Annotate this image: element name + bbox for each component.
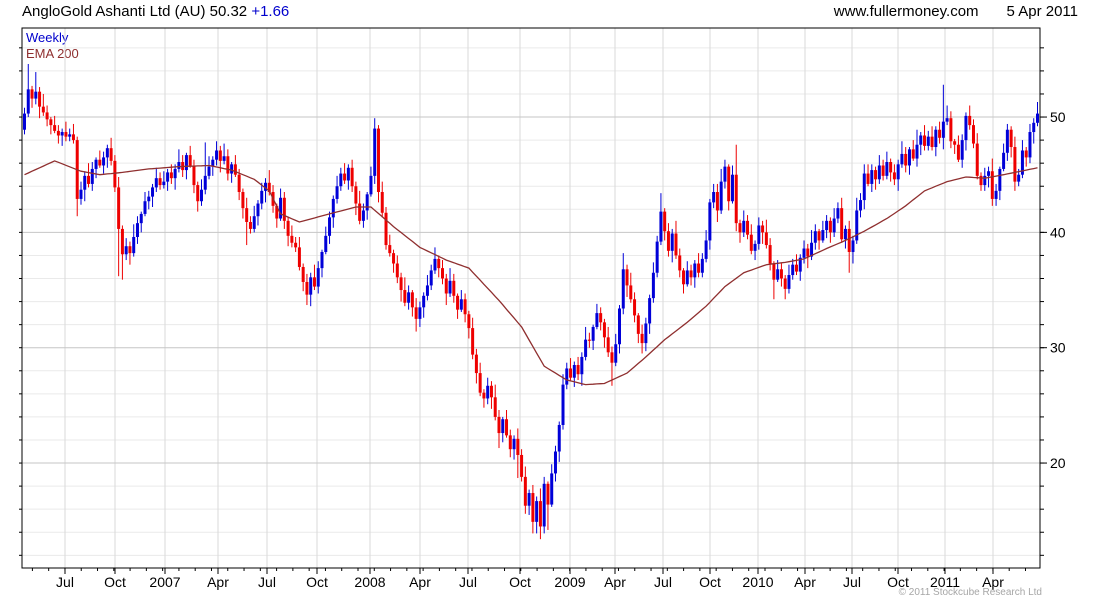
svg-text:Jul: Jul bbox=[258, 574, 276, 590]
svg-text:Oct: Oct bbox=[509, 574, 531, 590]
svg-text:20: 20 bbox=[1050, 455, 1066, 471]
svg-text:Jul: Jul bbox=[459, 574, 477, 590]
candlestick-chart: 20 30 40 50 Jul Oct 2007 Apr Jul Oct 2008 Apr Jul Oct… bbox=[0, 0, 1100, 600]
svg-text:40: 40 bbox=[1050, 224, 1066, 240]
copyright-note: © 2011 Stockcube Research Ltd bbox=[899, 587, 1042, 598]
svg-text:Apr: Apr bbox=[794, 574, 816, 590]
svg-text:30: 30 bbox=[1050, 340, 1066, 356]
svg-text:Oct: Oct bbox=[699, 574, 721, 590]
svg-text:Jul: Jul bbox=[56, 574, 74, 590]
svg-text:Jul: Jul bbox=[654, 574, 672, 590]
svg-text:50: 50 bbox=[1050, 109, 1066, 125]
svg-text:2009: 2009 bbox=[554, 574, 585, 590]
chart-window: { "header": { "title": "AngloGold Ashant… bbox=[0, 0, 1100, 600]
svg-text:2010: 2010 bbox=[742, 574, 773, 590]
svg-text:Apr: Apr bbox=[207, 574, 229, 590]
svg-text:Oct: Oct bbox=[306, 574, 328, 590]
svg-text:Jul: Jul bbox=[843, 574, 861, 590]
svg-text:2007: 2007 bbox=[149, 574, 180, 590]
svg-text:Oct: Oct bbox=[104, 574, 126, 590]
svg-text:2008: 2008 bbox=[354, 574, 385, 590]
svg-text:Apr: Apr bbox=[604, 574, 626, 590]
svg-text:Apr: Apr bbox=[409, 574, 431, 590]
